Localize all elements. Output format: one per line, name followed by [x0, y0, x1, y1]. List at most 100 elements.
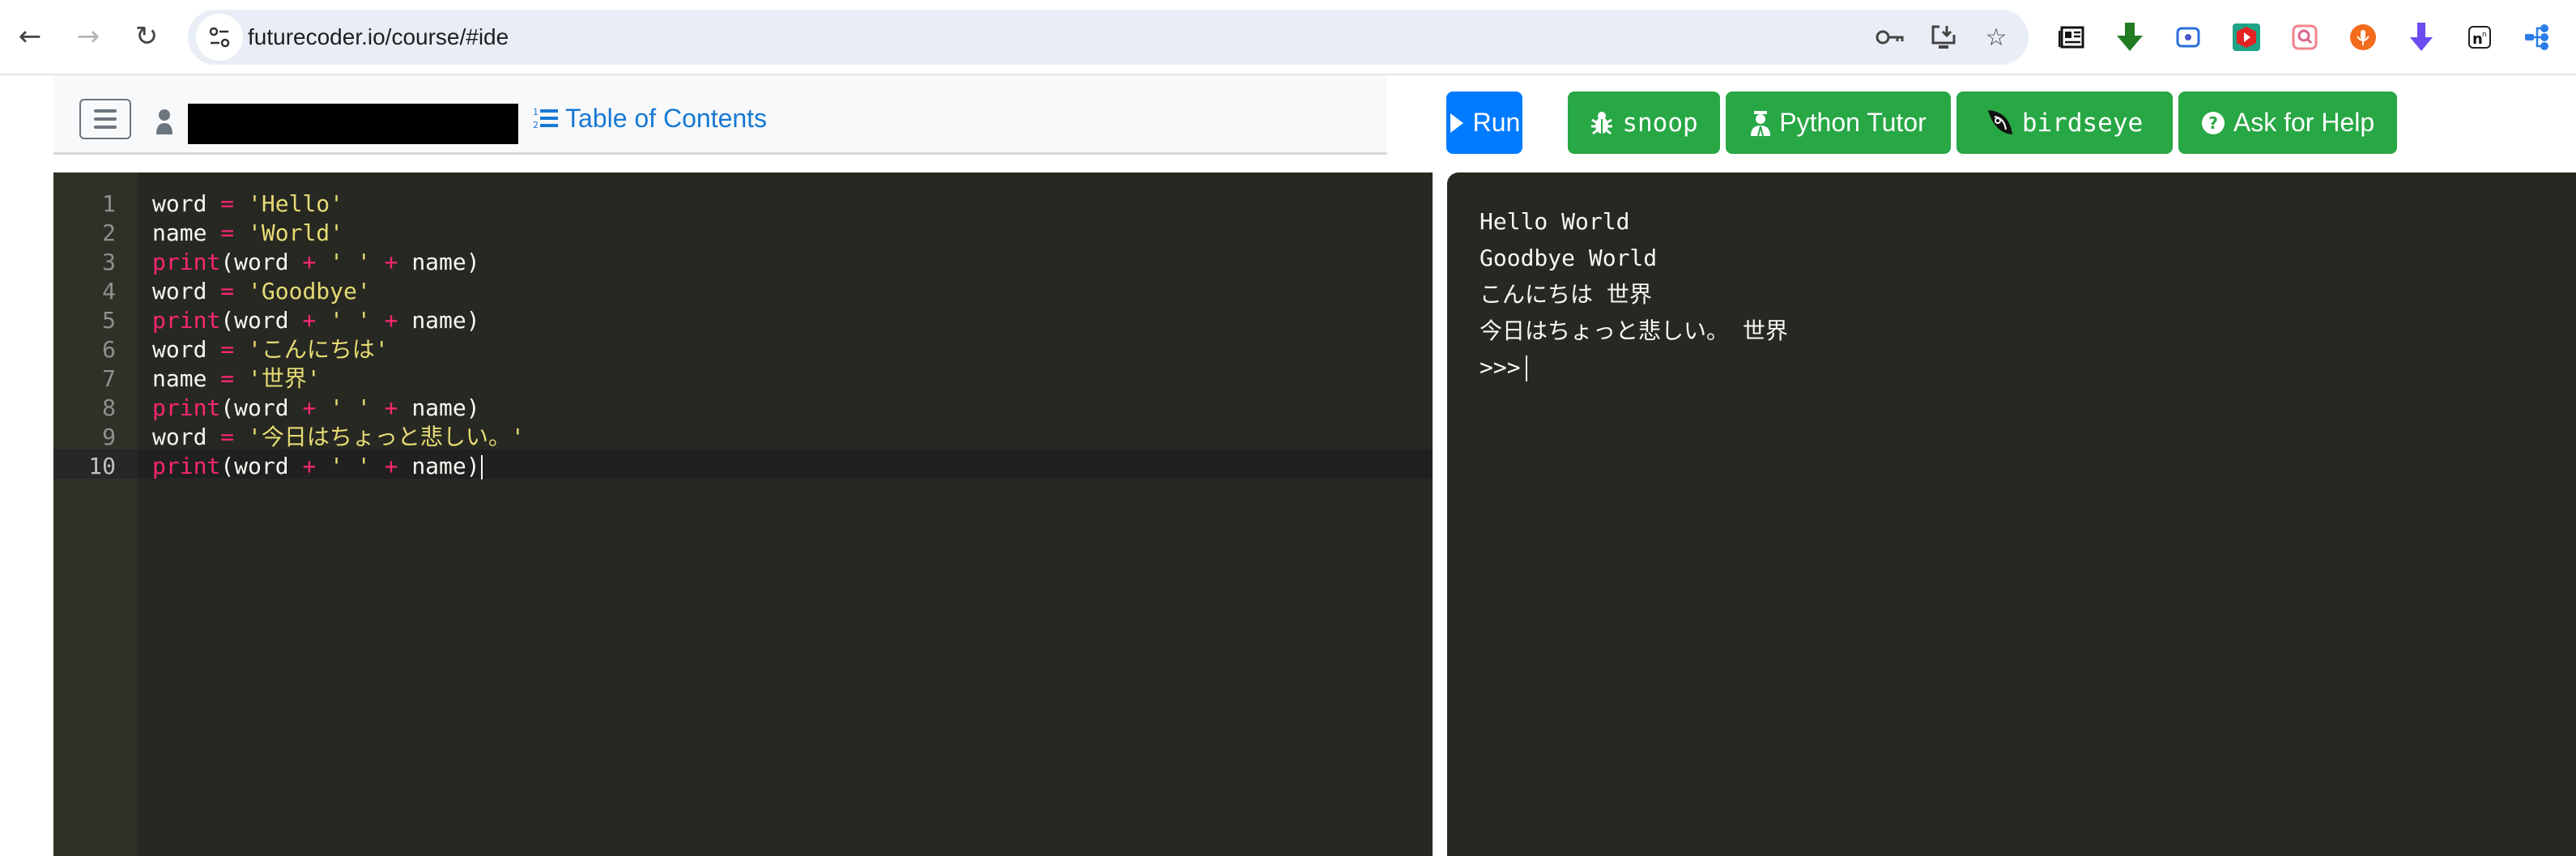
code-line[interactable]: name = 'World' — [152, 219, 343, 248]
purple-download-icon[interactable] — [2404, 19, 2439, 55]
url-text[interactable]: futurecoder.io/course/#ide — [248, 10, 509, 65]
line-number: 9 — [102, 424, 116, 450]
identifier-token: (word — [220, 394, 303, 421]
star-icon[interactable]: ☆ — [1978, 19, 2014, 55]
list-ol-icon: 1 2 — [533, 107, 558, 130]
reload-icon: ↻ — [134, 20, 159, 53]
operator-token: + — [302, 453, 317, 479]
back-button[interactable]: ← — [11, 18, 49, 55]
line-number: 5 — [102, 307, 116, 334]
green-download-icon[interactable] — [2112, 19, 2148, 55]
identifier-token: (word — [220, 453, 303, 479]
screen-record-icon[interactable] — [2170, 19, 2206, 55]
python-tutor-button[interactable]: Python Tutor — [1726, 92, 1951, 154]
menu-button[interactable] — [79, 99, 131, 139]
reload-button[interactable]: ↻ — [128, 18, 165, 55]
hamburger-icon-bar — [94, 126, 117, 129]
identifier-token: name) — [398, 453, 480, 479]
line-number: 3 — [102, 249, 116, 275]
string-token: ' ' — [330, 453, 371, 479]
identifier-token — [234, 424, 248, 450]
output-terminal[interactable]: Hello World Goodbye World こんにちは 世界 今日はちょ… — [1447, 172, 2576, 856]
identifier-token: word — [152, 190, 221, 217]
identifier-token — [234, 219, 248, 246]
table-of-contents-link[interactable]: 1 2 Table of Contents — [533, 100, 767, 136]
text-cursor — [480, 455, 483, 479]
snoop-button[interactable]: snoop — [1568, 92, 1720, 154]
tune-icon — [209, 27, 230, 48]
keyword-token: print — [152, 453, 221, 479]
operator-token: + — [384, 453, 398, 479]
operator-token: = — [220, 190, 235, 217]
identifier-token — [371, 453, 385, 479]
birdseye-icon — [1987, 109, 2012, 134]
birdseye-label: birdseye — [2021, 108, 2144, 138]
string-token: ' ' — [330, 249, 371, 275]
line-number: 2 — [102, 219, 116, 246]
hamburger-icon — [94, 109, 117, 113]
string-token: ' ' — [330, 394, 371, 421]
identifier-token: (word — [220, 307, 303, 334]
ask-for-help-button[interactable]: ? Ask for Help — [2178, 92, 2397, 154]
identifier-token: name — [152, 219, 221, 246]
terminal-prompt-line[interactable]: >>> — [1480, 350, 1527, 385]
bug-icon — [1591, 111, 1613, 134]
install-app-icon[interactable] — [1926, 19, 1961, 55]
svg-text:1: 1 — [533, 107, 539, 117]
string-token: '世界' — [248, 365, 321, 392]
identifier-token — [234, 336, 248, 363]
keyword-token: print — [152, 249, 221, 275]
snoop-label: snoop — [1622, 108, 1698, 138]
identifier-token — [234, 278, 248, 304]
code-line[interactable]: word = '今日はちょっと悲しい。' — [152, 423, 525, 452]
reader-icon[interactable] — [2054, 19, 2089, 55]
keyword-token: print — [152, 394, 221, 421]
string-token: ' ' — [330, 307, 371, 334]
svg-text:n: n — [2472, 31, 2483, 48]
birdseye-button[interactable]: birdseye — [1956, 92, 2173, 154]
code-line[interactable]: name = '世界' — [152, 364, 321, 394]
operator-token: = — [220, 219, 235, 246]
terminal-output-line: Goodbye World — [1480, 245, 1658, 271]
code-line[interactable]: print(word + ' ' + name) — [152, 394, 480, 423]
identifier-token: word — [152, 278, 221, 304]
code-editor[interactable]: word = 'Hello' name = 'World' print(word +… — [53, 172, 1433, 856]
code-line[interactable]: word = 'こんにちは' — [152, 335, 389, 364]
terminal-output-line: こんにちは 世界 — [1480, 281, 1652, 308]
string-token: 'Hello' — [248, 190, 344, 217]
svg-text:2: 2 — [533, 120, 539, 130]
code-line[interactable]: word = 'Goodbye' — [152, 277, 371, 306]
notion-icon[interactable]: nn — [2462, 19, 2497, 55]
key-icon[interactable] — [1872, 19, 1908, 55]
image-search-icon[interactable] — [2287, 19, 2323, 55]
operator-token: + — [384, 307, 398, 334]
line-number: 4 — [102, 278, 116, 304]
forward-button[interactable]: → — [70, 18, 107, 55]
identifier-token — [371, 307, 385, 334]
microphone-icon[interactable] — [2345, 19, 2381, 55]
person-icon — [155, 104, 173, 139]
svg-text:?: ? — [2208, 113, 2218, 133]
code-line[interactable]: print(word + ' ' + name) — [152, 306, 480, 335]
question-circle-icon: ? — [2201, 111, 2225, 134]
string-token: 'World' — [248, 219, 344, 246]
code-line[interactable]: print(word + ' ' + name) — [152, 248, 480, 277]
identifier-token: word — [152, 424, 221, 450]
line-number: 6 — [102, 336, 116, 363]
terminal-cursor — [1525, 356, 1527, 381]
video-play-icon[interactable] — [2229, 19, 2264, 55]
code-line[interactable]: word = 'Hello' — [152, 190, 343, 219]
svg-text:n: n — [2482, 31, 2487, 39]
operator-token: = — [220, 278, 235, 304]
identifier-token: name) — [398, 307, 480, 334]
share-tree-icon[interactable] — [2520, 19, 2556, 55]
arrow-left-icon: ← — [18, 20, 42, 53]
run-button[interactable]: Run — [1446, 92, 1522, 154]
hamburger-icon-bar — [94, 117, 117, 121]
identifier-token: name — [152, 365, 221, 392]
code-line[interactable]: print(word + ' ' + name) — [152, 452, 483, 481]
site-info-button[interactable] — [196, 14, 243, 61]
operator-token: + — [302, 307, 317, 334]
string-token: 'こんにちは' — [248, 336, 389, 363]
identifier-token — [316, 453, 330, 479]
